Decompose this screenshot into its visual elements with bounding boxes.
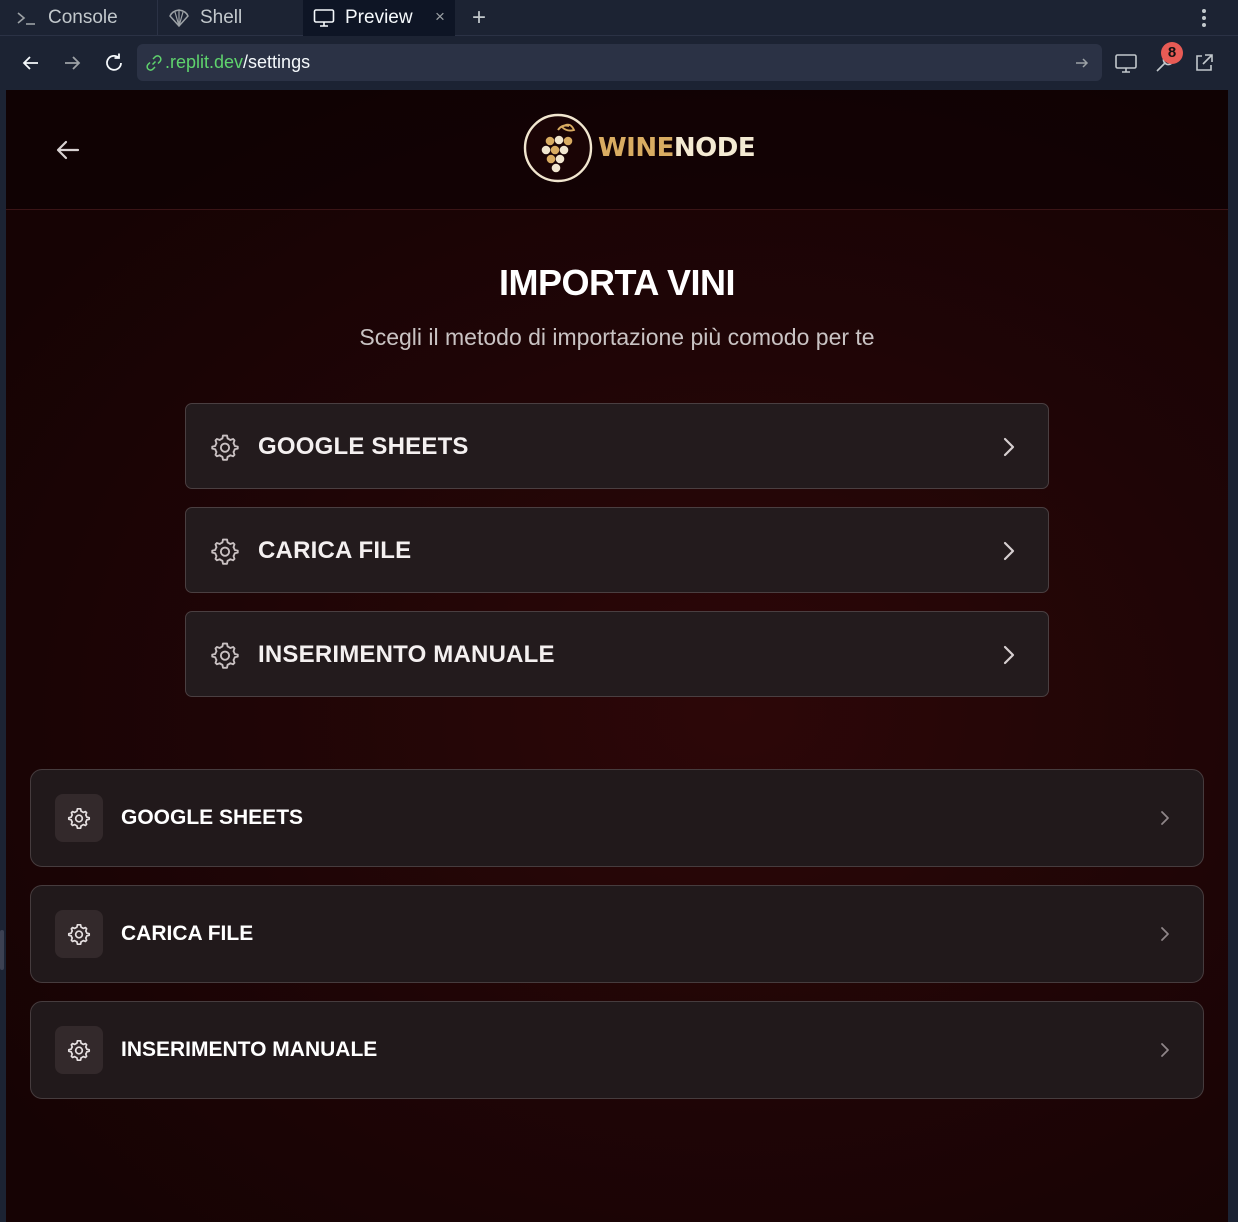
option-icon-box [55, 910, 103, 958]
gear-icon [211, 642, 239, 669]
page-subtitle: Scegli il metodo di importazione più com… [359, 324, 875, 350]
logo-text: WINENODE [598, 132, 756, 163]
option-carica-file[interactable]: CARICA FILE [185, 507, 1049, 593]
device-preview-icon[interactable] [1111, 48, 1141, 78]
close-tab-icon[interactable]: × [431, 8, 449, 26]
shell-icon [168, 8, 190, 28]
app-header: WINENODE [6, 90, 1228, 210]
option-inserimento-manuale[interactable]: INSERIMENTO MANUALE [185, 611, 1049, 697]
option-icon-box [55, 1026, 103, 1074]
option-secondary-carica-file[interactable]: CARICA FILE [30, 885, 1204, 983]
terminal-icon [16, 9, 38, 27]
tab-shell-label: Shell [200, 7, 243, 28]
gear-icon [211, 538, 239, 565]
gear-icon [67, 1039, 91, 1062]
url-host: .replit.dev [165, 52, 244, 72]
back-arrow-icon[interactable] [54, 136, 82, 164]
option-secondary-google-sheets[interactable]: GOOGLE SHEETS [30, 769, 1204, 867]
preview-browser-bar: .replit.dev/settings [0, 36, 1238, 90]
gear-icon [67, 807, 91, 830]
back-arrow-icon[interactable] [16, 48, 46, 78]
option-label: CARICA FILE [258, 537, 412, 564]
tab-shell[interactable]: Shell [168, 0, 302, 36]
option-label: INSERIMENTO MANUALE [258, 641, 555, 668]
link-icon [145, 54, 163, 72]
option-label: CARICA FILE [121, 922, 254, 945]
page-title: IMPORTA VINI [499, 262, 736, 303]
tab-preview[interactable]: Preview × [303, 0, 455, 36]
tab-divider [157, 0, 158, 36]
winenode-logo[interactable]: WINENODE [522, 110, 756, 185]
chevron-right-icon [1161, 811, 1169, 825]
forward-arrow-icon[interactable] [57, 48, 87, 78]
add-tab-icon[interactable]: + [468, 0, 490, 36]
option-icon-box [55, 794, 103, 842]
monitor-icon [313, 8, 335, 28]
option-secondary-inserimento-manuale[interactable]: INSERIMENTO MANUALE [30, 1001, 1204, 1099]
tab-console[interactable]: Console [16, 0, 156, 36]
option-label: GOOGLE SHEETS [121, 806, 304, 829]
panel-resize-handle[interactable] [0, 930, 4, 970]
devtools-error-badge: 8 [1161, 42, 1183, 64]
option-label: GOOGLE SHEETS [258, 433, 469, 460]
go-arrow-icon[interactable] [1072, 53, 1092, 73]
grape-logo-icon [523, 113, 593, 182]
url-path: /settings [243, 52, 311, 72]
chevron-right-icon [1003, 437, 1015, 457]
option-label: INSERIMENTO MANUALE [121, 1038, 378, 1061]
ide-tab-bar: Console Shell Preview × + [0, 0, 1238, 36]
chevron-right-icon [1003, 541, 1015, 561]
option-google-sheets[interactable]: GOOGLE SHEETS [185, 403, 1049, 489]
reload-icon[interactable] [99, 48, 129, 78]
gear-icon [67, 923, 91, 946]
open-new-tab-icon[interactable] [1189, 48, 1219, 78]
chevron-right-icon [1161, 927, 1169, 941]
url-bar[interactable]: .replit.dev/settings [137, 44, 1102, 81]
more-options-icon[interactable] [1194, 0, 1214, 36]
tab-preview-label: Preview [345, 7, 413, 28]
chevron-right-icon [1161, 1043, 1169, 1057]
gear-icon [211, 434, 239, 461]
chevron-right-icon [1003, 645, 1015, 665]
app-viewport: WINENODE IMPORTA VINI Scegli il metodo d… [6, 90, 1228, 1222]
tab-console-label: Console [48, 7, 118, 28]
